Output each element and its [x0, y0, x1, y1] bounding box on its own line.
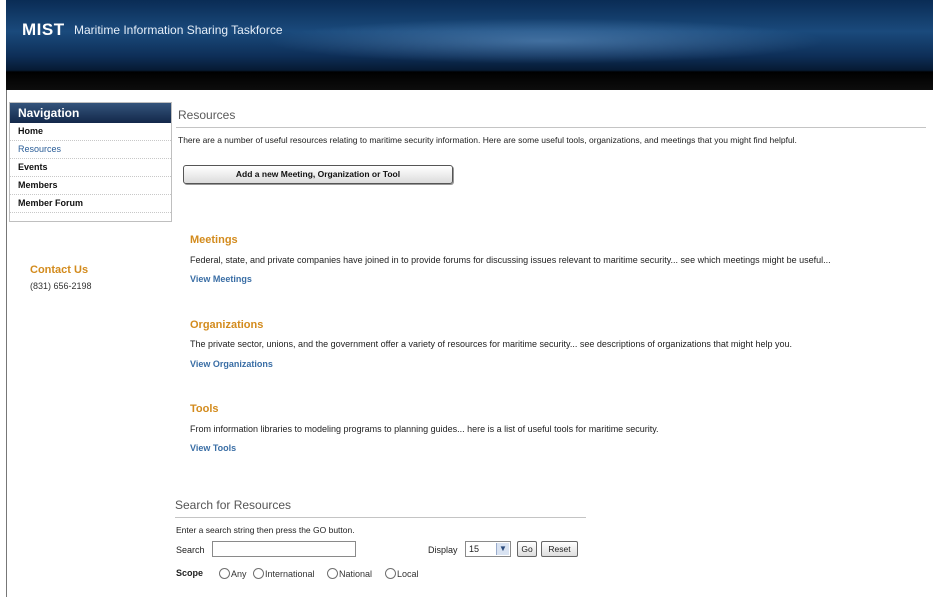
organizations-description: The private sector, unions, and the gove… — [190, 339, 792, 349]
search-hint: Enter a search string then press the GO … — [176, 525, 355, 535]
navigation-title: Navigation — [10, 103, 171, 123]
contact-title: Contact Us — [30, 264, 89, 276]
nav-item-member-forum[interactable]: Member Forum — [10, 195, 171, 213]
scope-radio-local[interactable] — [385, 568, 396, 579]
go-button[interactable]: Go — [517, 541, 537, 557]
scope-label-local: Local — [397, 569, 419, 579]
page-title: Resources — [178, 108, 236, 122]
search-input[interactable] — [212, 541, 356, 557]
display-label: Display — [428, 545, 458, 555]
search-title: Search for Resources — [175, 498, 292, 512]
site-logo[interactable]: MIST — [22, 20, 65, 40]
title-divider — [176, 127, 926, 128]
display-select[interactable]: 15 ▼ — [465, 541, 511, 557]
search-divider — [175, 517, 586, 518]
scope-radio-any[interactable] — [219, 568, 230, 579]
banner-glow — [266, 18, 826, 64]
header-banner: MIST Maritime Information Sharing Taskfo… — [6, 0, 933, 90]
add-resource-button[interactable]: Add a new Meeting, Organization or Tool — [183, 165, 453, 184]
view-meetings-link[interactable]: View Meetings — [190, 274, 252, 284]
intro-text: There are a number of useful resources r… — [178, 135, 797, 145]
left-border — [6, 90, 7, 597]
display-value: 15 — [469, 544, 480, 554]
tools-title: Tools — [190, 403, 219, 415]
reset-button[interactable]: Reset — [541, 541, 578, 557]
search-label: Search — [176, 545, 205, 555]
chevron-down-icon[interactable]: ▼ — [496, 543, 509, 555]
navigation-panel: Navigation Home Resources Events Members… — [9, 102, 172, 222]
scope-label-any: Any — [231, 569, 247, 579]
scope-radio-international[interactable] — [253, 568, 264, 579]
scope-label: Scope — [176, 568, 204, 578]
nav-item-home[interactable]: Home — [10, 123, 171, 141]
view-organizations-link[interactable]: View Organizations — [190, 359, 273, 369]
organizations-title: Organizations — [190, 319, 264, 331]
nav-item-resources[interactable]: Resources — [10, 141, 171, 159]
view-tools-link[interactable]: View Tools — [190, 443, 236, 453]
nav-item-members[interactable]: Members — [10, 177, 171, 195]
scope-label-national: National — [339, 569, 373, 579]
meetings-description: Federal, state, and private companies ha… — [190, 255, 831, 265]
contact-phone: (831) 656-2198 — [30, 281, 92, 291]
tools-description: From information libraries to modeling p… — [190, 424, 659, 434]
meetings-title: Meetings — [190, 234, 238, 246]
nav-item-events[interactable]: Events — [10, 159, 171, 177]
site-tagline: Maritime Information Sharing Taskforce — [74, 23, 283, 37]
scope-radio-national[interactable] — [327, 568, 338, 579]
scope-label-international: International — [265, 569, 315, 579]
